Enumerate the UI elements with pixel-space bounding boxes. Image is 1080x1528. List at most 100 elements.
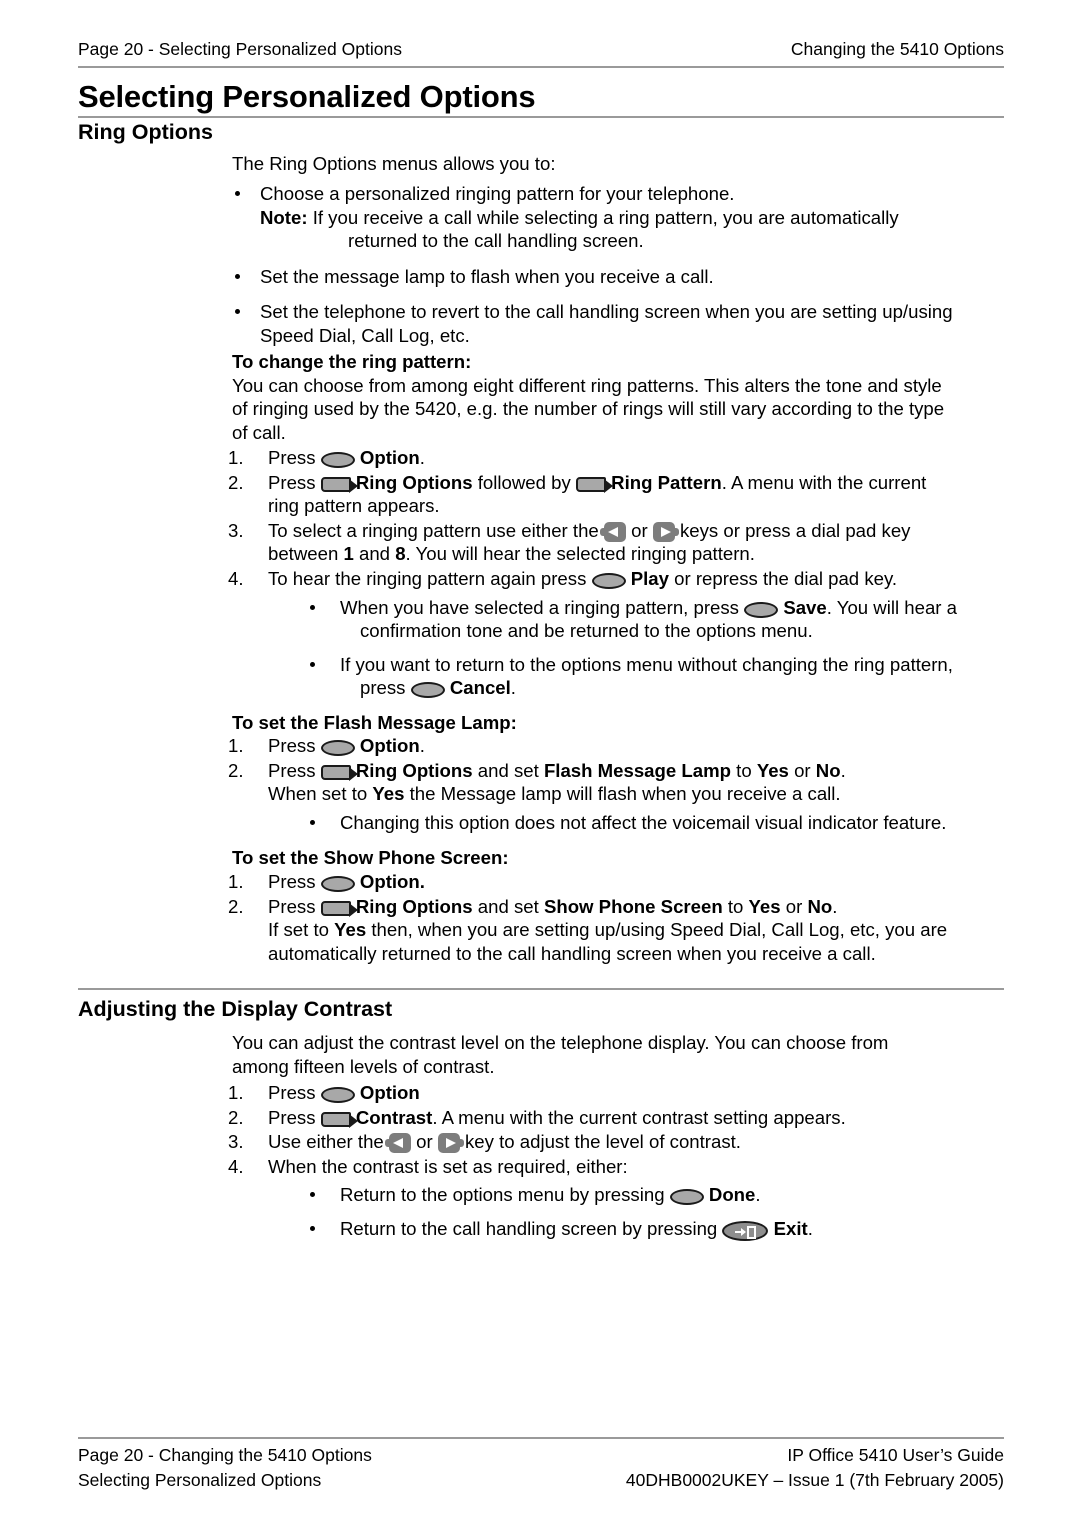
step-text: Press	[268, 895, 316, 917]
bullet-text-continued: Speed Dial, Call Log, etc.	[260, 324, 470, 346]
step-sub-bullets: Return to the options menu by pressing D…	[268, 1183, 1008, 1241]
step-item: 2. Press Ring Options and set Show Phone…	[228, 895, 1008, 966]
step-number: 1.	[228, 871, 244, 892]
header-rule	[78, 66, 1004, 68]
footer-left-line2: Selecting Personalized Options	[78, 1470, 322, 1490]
document-page: Page 20 - Selecting Personalized Options…	[0, 0, 1080, 1528]
step-keyword: Contrast	[355, 1106, 433, 1128]
step-text: When set to	[268, 783, 368, 805]
step-keyword: Option	[359, 447, 420, 468]
step-text: between	[268, 543, 339, 565]
step-text: and	[359, 543, 391, 565]
oval-softkey-icon	[410, 682, 445, 699]
bullet-dot-icon	[310, 819, 315, 825]
subheading-change-ring-pattern: To change the ring pattern:	[232, 351, 472, 372]
step-item: 3. To select a ringing pattern use eithe…	[228, 519, 1008, 566]
step-text-continued: When set to Yes the Message lamp will fl…	[268, 782, 1008, 806]
note-label: Note:	[260, 206, 308, 228]
step-text: or	[416, 1131, 433, 1153]
step-keyword: No	[807, 895, 833, 917]
oval-softkey-icon	[669, 1189, 704, 1206]
step-text: Press	[268, 871, 316, 892]
bullet-keyword: Exit	[773, 1217, 808, 1239]
bullet-text: . You will hear a	[826, 596, 957, 618]
oval-softkey-icon	[320, 452, 355, 468]
step-number: 4.	[228, 567, 244, 589]
step-keyword: No	[815, 759, 841, 781]
bullet-dot-icon	[235, 273, 240, 279]
list-item: Set the message lamp to flash when you r…	[232, 265, 1004, 289]
step-number: 2.	[228, 471, 244, 493]
step-number: 1.	[228, 1082, 244, 1103]
flash-lamp-subhead-block: To set the Flash Message Lamp:	[232, 711, 1004, 735]
bullet-dot-icon	[235, 191, 240, 196]
list-item: Choose a personalized ringing pattern fo…	[232, 182, 1004, 253]
step-keyword: Option	[359, 1082, 420, 1103]
exit-door-glyph	[747, 1225, 757, 1239]
step-number: 1.	[228, 447, 244, 468]
step-sub-bullets: Changing this option does not affect the…	[268, 811, 1008, 835]
footer-left-line1: Page 20 - Changing the 5410 Options	[78, 1445, 372, 1465]
step-item: 1. Press Option.	[228, 446, 1008, 470]
step-text: Press	[268, 471, 316, 493]
step-item: 4. To hear the ringing pattern again pre…	[228, 567, 1008, 700]
ring-pattern-intro-line2: of ringing used by the 5420, e.g. the nu…	[232, 398, 945, 420]
step-text: When the contrast is set as required, ei…	[268, 1155, 628, 1177]
contrast-intro-line1: You can adjust the contrast level on the…	[232, 1032, 889, 1053]
bullet-text: Changing this option does not affect the…	[340, 811, 947, 833]
bullet-keyword: Save	[783, 596, 827, 618]
step-number: 2.	[228, 895, 244, 917]
step-text: keys or press a dial pad key	[680, 519, 911, 541]
section-heading-contrast: Adjusting the Display Contrast	[78, 997, 393, 1021]
ring-options-intro-text: The Ring Options menus allows you to:	[232, 153, 556, 174]
step-item: 1. Press Option	[228, 1081, 1008, 1105]
step-keyword: Ring Options	[355, 471, 473, 493]
step-keyword: Ring Pattern	[611, 471, 722, 493]
step-text: then, when you are setting up/using Spee…	[371, 919, 948, 941]
ring-pattern-block: To change the ring pattern: You can choo…	[232, 350, 1004, 444]
contrast-steps: 1. Press Option 2. Press Contrast. A men…	[228, 1081, 1008, 1251]
bullet-dot-icon	[310, 604, 315, 610]
bullet-text-continued: press Cancel.	[340, 676, 1008, 700]
nav-left-key-icon	[384, 1133, 411, 1154]
ring-pattern-intro-line1: You can choose from among eight differen…	[232, 374, 942, 396]
step-punct: .	[419, 447, 425, 468]
step-keyword: Play	[630, 567, 669, 589]
footer-right: IP Office 5410 User’s Guide 40DHB0002UKE…	[626, 1443, 1004, 1493]
step-text: followed by	[477, 471, 571, 493]
contrast-intro-line2: among fifteen levels of contrast.	[232, 1055, 495, 1077]
ring-pattern-intro-line3: of call.	[232, 421, 286, 443]
step-text: or	[794, 759, 811, 781]
step-number: 2.	[228, 1106, 244, 1128]
running-header: Page 20 - Selecting Personalized Options…	[78, 38, 1004, 60]
bullet-dot-icon	[310, 1225, 315, 1231]
step-item: 2. Press Ring Options and set Flash Mess…	[228, 759, 1008, 835]
step-keyword: Yes	[372, 783, 405, 805]
ring-pattern-steps: 1. Press Option. 2. Press Ring Options f…	[228, 446, 1008, 710]
step-item: 2. Press Contrast. A menu with the curre…	[228, 1106, 1008, 1130]
display-softkey-icon	[320, 900, 358, 917]
bullet-dot-icon	[235, 309, 240, 315]
step-keyword: 1	[343, 543, 354, 565]
bullet-text-continued: confirmation tone and be returned to the…	[360, 620, 813, 642]
step-keyword: Show Phone Screen	[543, 895, 723, 917]
bullet-dot-icon	[310, 1192, 315, 1198]
show-screen-steps: 1. Press Option. 2. Press Ring Options a…	[228, 870, 1008, 966]
step-text-continued: automatically returned to the call handl…	[268, 942, 876, 964]
step-keyword: Ring Options	[355, 895, 473, 917]
step-punct: .	[832, 895, 838, 917]
title-rule	[78, 116, 1004, 118]
step-text: Press	[268, 1106, 316, 1128]
step-item: 4. When the contrast is set as required,…	[228, 1155, 1008, 1241]
oval-softkey-icon	[744, 601, 779, 618]
step-text: or	[631, 519, 648, 541]
step-sub-bullets: When you have selected a ringing pattern…	[268, 596, 1008, 700]
step-text: and set	[477, 759, 539, 781]
page-footer: Page 20 - Changing the 5410 Options Sele…	[78, 1443, 1004, 1493]
display-softkey-icon	[320, 476, 358, 493]
step-keyword: Ring Options	[355, 759, 473, 781]
exit-arrow-glyph	[735, 1227, 747, 1236]
step-text: or repress the dial pad key.	[674, 567, 898, 589]
nav-right-key-icon	[652, 521, 679, 542]
step-item: 1. Press Option.	[228, 870, 1008, 894]
